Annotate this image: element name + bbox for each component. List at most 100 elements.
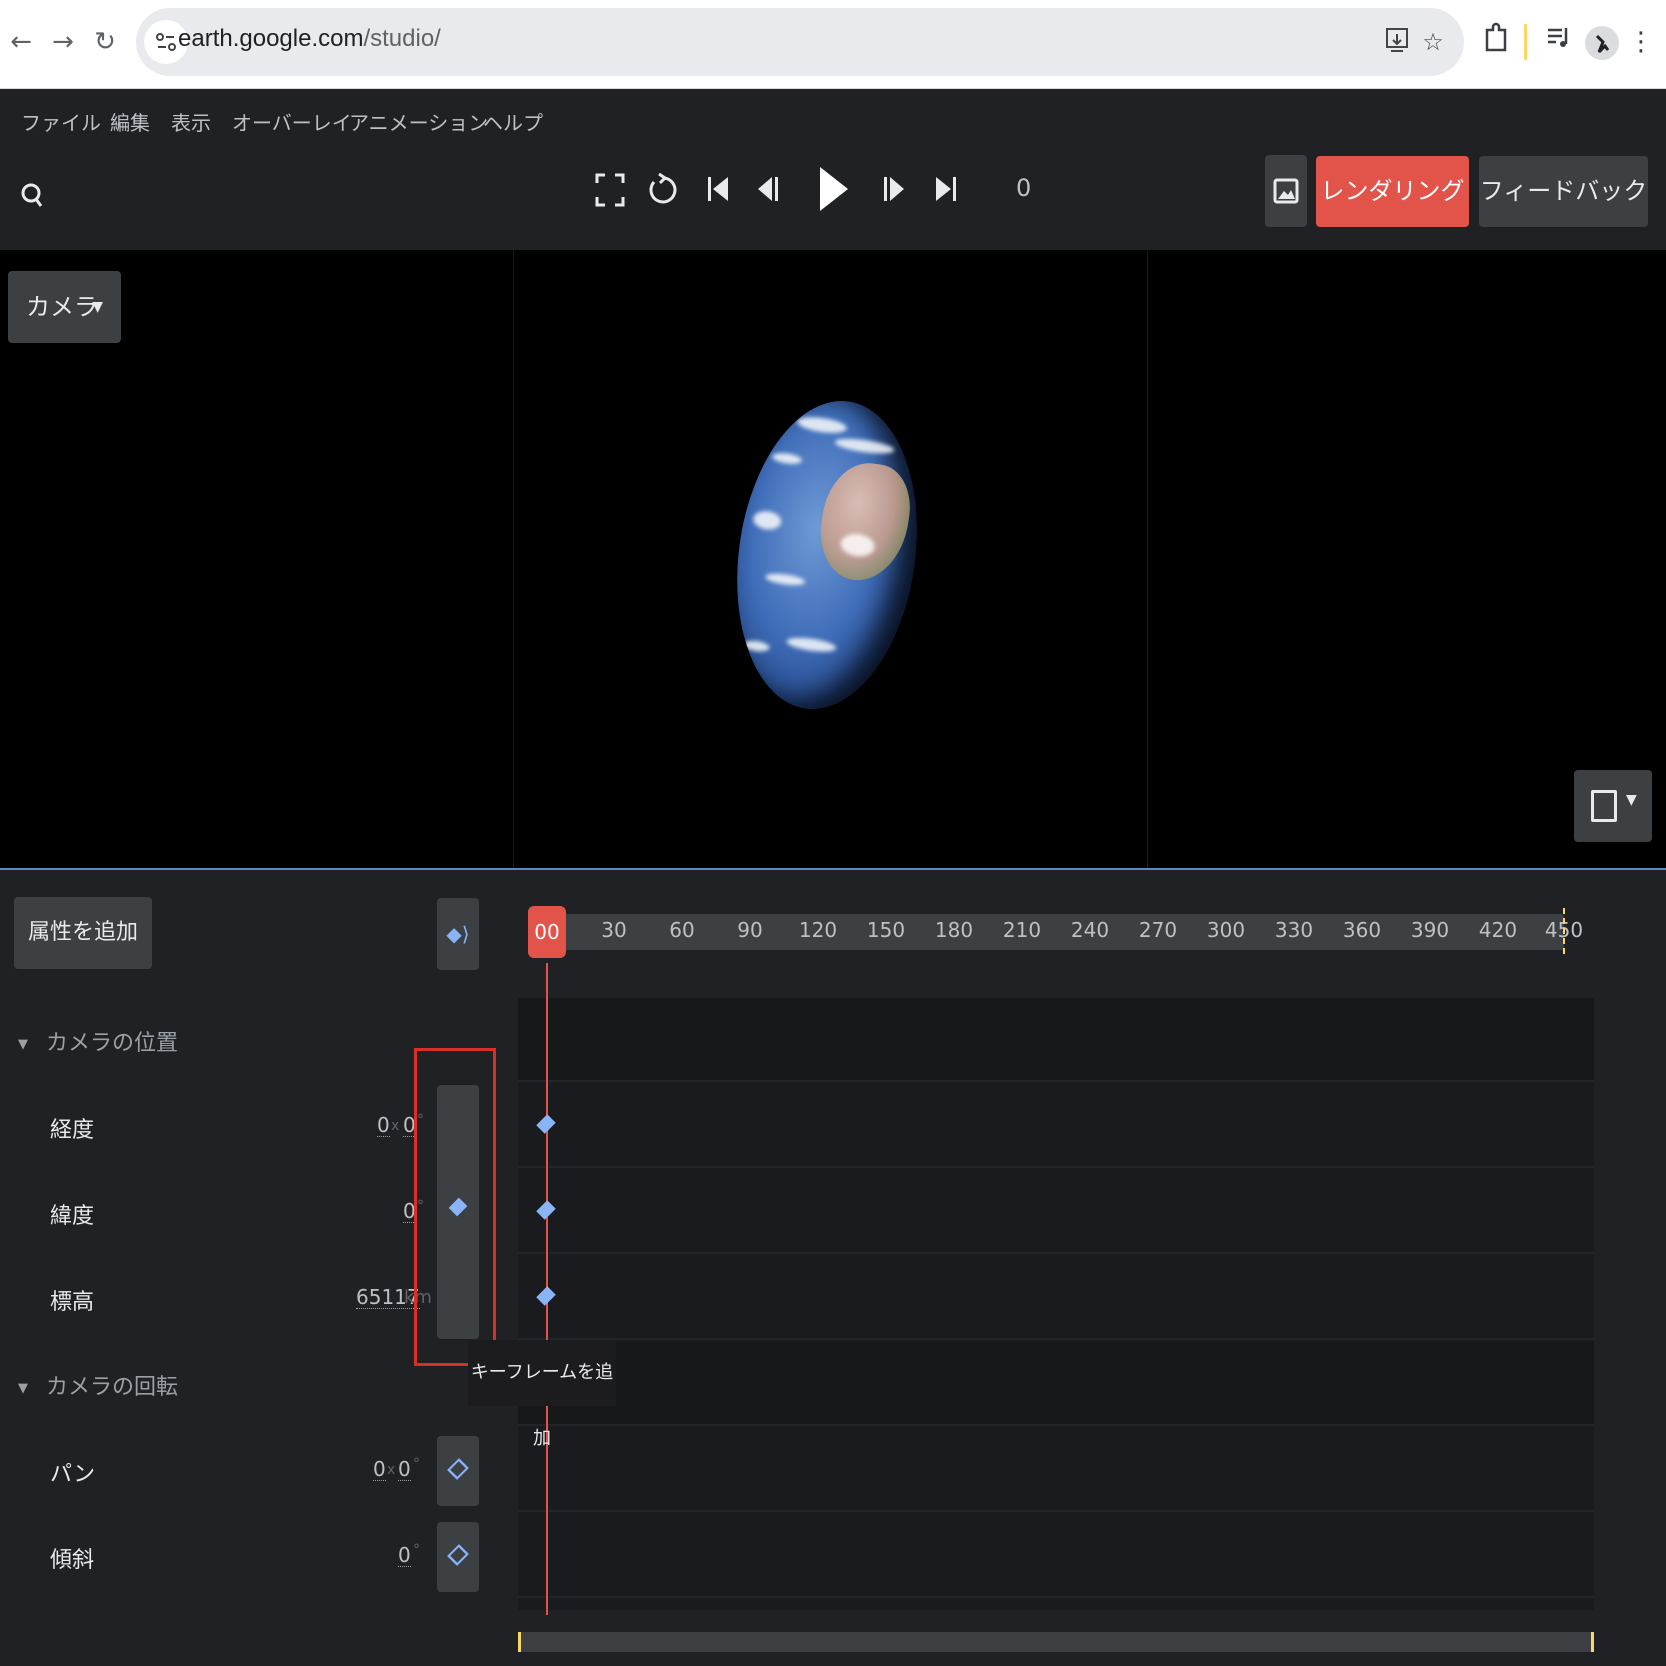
add-attribute-button[interactable]: 属性を追加 [14, 897, 152, 969]
render-button[interactable]: レンダリング [1316, 156, 1469, 227]
frame-counter[interactable]: 0 [1016, 174, 1031, 202]
collapse-arrow-icon: ▼ [18, 1380, 28, 1396]
divider [1524, 24, 1527, 60]
back-icon[interactable]: ← [4, 22, 38, 62]
pan-separator: x [387, 1462, 396, 1478]
loop-icon[interactable] [646, 170, 680, 208]
playback-toolbar: 0 レンダリング フィードバック [0, 150, 1666, 250]
group-camera-rotation[interactable]: ▼ カメラの回転 [18, 1369, 178, 1401]
cloud [764, 571, 806, 588]
bookmark-star-icon[interactable]: ☆ [1418, 26, 1448, 58]
pan-value-b[interactable]: 0 [398, 1458, 411, 1481]
aspect-ratio-icon [1591, 790, 1617, 822]
keyframe-outline-icon [447, 1544, 469, 1566]
prop-label-latitude: 緯度 [50, 1204, 95, 1229]
menu-overlay[interactable]: オーバーレイ [232, 107, 352, 136]
browser-toolbar: ← → ↻ earth.google.com/studio/ ☆ ⋮ [0, 0, 1666, 89]
image-icon [1273, 178, 1299, 204]
skip-to-start-icon[interactable] [706, 172, 730, 206]
playhead-handle[interactable]: 00 [528, 906, 566, 958]
menu-file[interactable]: ファイル [21, 107, 101, 136]
menu-bar: ファイル 編集 表示 オーバーレイ アニメーション ヘルプ [0, 90, 1666, 150]
ruler-tick: 180 [934, 918, 974, 942]
play-icon[interactable] [816, 164, 850, 214]
track-row-tilt[interactable] [518, 1514, 1594, 1598]
ruler-tick: 330 [1274, 918, 1314, 942]
reload-icon[interactable]: ↻ [88, 22, 122, 62]
map-viewport[interactable]: カメラ ▼ ▼ [0, 250, 1666, 868]
aspect-ratio-dropdown[interactable]: ▼ [1574, 770, 1652, 842]
feedback-button[interactable]: フィードバック [1479, 156, 1648, 227]
cloud [796, 414, 848, 436]
group-label-text: カメラの位置 [46, 1031, 179, 1056]
continent [814, 457, 916, 587]
track-row-latitude[interactable] [518, 1170, 1594, 1254]
track-row-altitude[interactable] [518, 1256, 1594, 1340]
ruler-tick: 360 [1342, 918, 1382, 942]
ruler-tick: 240 [1070, 918, 1110, 942]
skip-to-end-icon[interactable] [934, 172, 958, 206]
ruler-tick: 390 [1410, 918, 1450, 942]
ruler-tick: 120 [798, 918, 838, 942]
install-app-icon[interactable] [1382, 26, 1412, 58]
menu-help[interactable]: ヘルプ [483, 107, 543, 136]
keyframe-track-area[interactable] [518, 998, 1594, 1610]
track-row-camera-position [518, 998, 1594, 1082]
prop-label-altitude: 標高 [50, 1290, 95, 1315]
step-back-icon[interactable] [757, 172, 781, 206]
pan-value-a[interactable]: 0 [373, 1458, 386, 1481]
forward-icon[interactable]: → [46, 22, 80, 62]
url-path: /studio/ [363, 25, 441, 52]
longitude-separator: x [391, 1118, 400, 1134]
more-menu-icon[interactable]: ⋮ [1628, 22, 1654, 62]
extensions-icon[interactable] [1480, 22, 1510, 62]
tilt-unit: ° [413, 1542, 420, 1558]
camera-dropdown[interactable]: カメラ ▼ [8, 271, 121, 343]
add-keyframe-tilt-button[interactable] [437, 1522, 479, 1592]
ruler-tick: 90 [737, 918, 763, 942]
highlight-annotation [414, 1048, 496, 1366]
media-controls-icon[interactable] [1541, 22, 1575, 62]
profile-avatar[interactable] [1585, 26, 1619, 60]
timeline-panel: 属性を追加 ◆⟩ 30 60 90 120 150 180 210 240 27… [0, 868, 1666, 1666]
tooltip: キーフレームを追加 [468, 1340, 616, 1449]
keyframe-outline-icon [447, 1458, 469, 1480]
ruler-tick: 150 [866, 918, 906, 942]
cloud [833, 436, 896, 457]
tilt-value[interactable]: 0 [398, 1544, 411, 1567]
track-row-longitude[interactable] [518, 1084, 1594, 1168]
add-keyframe-pan-button[interactable] [437, 1436, 479, 1506]
menu-view[interactable]: 表示 [171, 107, 211, 136]
track-row-pan[interactable] [518, 1428, 1594, 1512]
step-forward-icon[interactable] [881, 172, 905, 206]
menu-edit[interactable]: 編集 [110, 107, 150, 136]
ruler-tick: 30 [601, 918, 627, 942]
address-bar[interactable]: earth.google.com/studio/ ☆ [136, 8, 1464, 76]
cloud [785, 635, 837, 655]
timeline-ruler[interactable]: 30 60 90 120 150 180 210 240 270 300 330… [528, 914, 1583, 950]
prop-label-pan: パン [50, 1462, 96, 1487]
next-keyframe-button[interactable]: ◆⟩ [437, 898, 479, 970]
chevron-down-icon: ▼ [1626, 792, 1637, 808]
url-domain: earth.google.com [178, 25, 364, 52]
ruler-tick: 60 [669, 918, 695, 942]
ruler-tick: 300 [1206, 918, 1246, 942]
camera-dropdown-label: カメラ [26, 293, 98, 321]
snapshot-button[interactable] [1265, 155, 1307, 227]
cloud [771, 451, 803, 466]
fullscreen-icon[interactable] [594, 172, 626, 208]
ruler-tick: 210 [1002, 918, 1042, 942]
longitude-value-a[interactable]: 0 [377, 1114, 390, 1137]
group-camera-position[interactable]: ▼ カメラの位置 [18, 1025, 178, 1057]
prop-label-tilt: 傾斜 [50, 1548, 95, 1573]
search-icon[interactable] [18, 178, 46, 212]
chevron-down-icon: ▼ [92, 299, 103, 315]
collapse-arrow-icon: ▼ [18, 1036, 28, 1052]
group-label-text: カメラの回転 [46, 1375, 179, 1400]
menu-animation[interactable]: アニメーション [349, 107, 488, 136]
prop-label-longitude: 経度 [50, 1118, 95, 1143]
pan-unit: ° [413, 1456, 420, 1472]
end-marker[interactable] [1563, 908, 1566, 954]
timeline-scrollbar[interactable] [518, 1632, 1594, 1652]
ruler-tick: 270 [1138, 918, 1178, 942]
